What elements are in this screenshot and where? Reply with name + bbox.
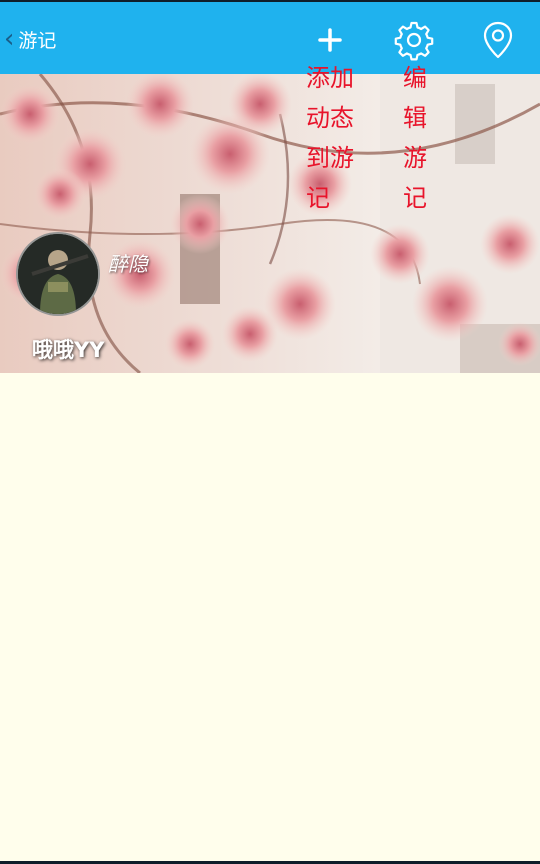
- back-button[interactable]: ‹ 游记: [4, 22, 56, 56]
- plus-icon: [318, 28, 342, 52]
- gear-icon: [394, 21, 434, 61]
- cover-image: [0, 74, 540, 373]
- avatar-icon: [18, 234, 98, 314]
- edit-tooltip: 编辑游记: [403, 64, 427, 212]
- app-bar: ‹ 游记: [0, 2, 540, 74]
- avatar[interactable]: [16, 232, 100, 316]
- add-button[interactable]: [308, 18, 352, 62]
- page-title: 游记: [18, 29, 57, 52]
- add-tooltip: 添加动态到游记: [306, 64, 354, 212]
- username: 醉隐: [108, 252, 148, 276]
- cover-banner: 醉隐 哦哦YY: [0, 74, 540, 373]
- chevron-left-icon: ‹: [4, 24, 15, 54]
- location-button[interactable]: [476, 18, 520, 62]
- trip-name: 哦哦YY: [32, 338, 105, 362]
- map-pin-icon: [483, 21, 513, 59]
- settings-button[interactable]: [392, 18, 436, 62]
